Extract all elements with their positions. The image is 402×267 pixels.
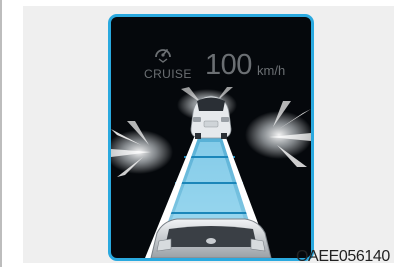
cruise-status: CRUISE 100 km/h xyxy=(111,17,311,87)
left-margin-rule xyxy=(0,0,2,267)
cluster-display: CRUISE 100 km/h xyxy=(108,14,314,261)
right-glare-burst xyxy=(245,101,311,167)
cruise-label: CRUISE xyxy=(144,67,192,81)
left-glare-burst xyxy=(111,121,173,177)
set-speed-value: 100 xyxy=(205,49,252,81)
lead-vehicle xyxy=(190,95,232,139)
cruise-speedometer-icon xyxy=(155,49,171,63)
host-vehicle xyxy=(150,218,272,258)
speed-unit: km/h xyxy=(257,63,286,78)
figure-code: OAEE056140 xyxy=(296,248,390,265)
